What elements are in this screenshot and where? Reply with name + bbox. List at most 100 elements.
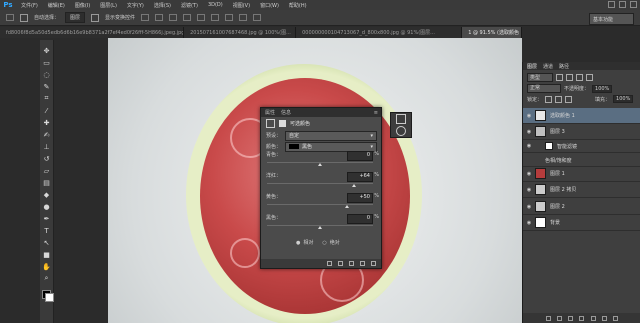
menu-item[interactable]: 滤镜(T) xyxy=(181,2,198,9)
workspace-selector[interactable]: 基本功能 xyxy=(589,13,634,25)
panel-menu-icon[interactable]: ≡ xyxy=(374,110,378,116)
align-right-icon[interactable] xyxy=(211,14,220,21)
menu-item[interactable]: 3D(D) xyxy=(208,2,223,9)
mask-icon[interactable] xyxy=(279,119,286,127)
layer-row[interactable]: ◉ 图层 3 xyxy=(523,124,640,140)
filter-kind-dropdown[interactable]: 类型 xyxy=(527,73,553,82)
menu-item[interactable]: 文字(Y) xyxy=(127,2,144,9)
slider-value-field[interactable]: +64 xyxy=(347,172,373,182)
distribute-icon[interactable] xyxy=(225,14,234,21)
quick-select-icon[interactable]: ✎ xyxy=(42,82,51,91)
eye-icon[interactable]: ◉ xyxy=(523,171,535,177)
document-tab[interactable]: fd8006f8d5a50d5edb6d6b16e9b8371a2f7ef4ed… xyxy=(0,27,185,38)
eraser-icon[interactable]: ▱ xyxy=(42,166,51,175)
menu-item[interactable]: 帮助(H) xyxy=(289,2,307,9)
maximize-icon[interactable] xyxy=(619,1,626,8)
eye-icon[interactable]: ◉ xyxy=(523,143,535,149)
history-brush-icon[interactable]: ↺ xyxy=(42,154,51,163)
align-middle-icon[interactable] xyxy=(155,14,164,21)
preset-dropdown[interactable]: 自定 ▾ xyxy=(285,130,378,141)
menu-item[interactable]: 图像(I) xyxy=(75,2,90,9)
marquee-icon[interactable]: ▭ xyxy=(42,58,51,67)
menu-item[interactable]: 视图(V) xyxy=(233,2,250,9)
brush-icon[interactable]: ✍ xyxy=(42,130,51,139)
adjustments-panel-icon[interactable] xyxy=(396,114,406,124)
path-select-icon[interactable]: ↖ xyxy=(42,238,51,247)
relative-radio[interactable]: ● xyxy=(296,240,300,246)
layers-panel-tab[interactable]: 路径 xyxy=(559,63,569,70)
fill-field[interactable]: 100% xyxy=(613,95,634,103)
close-icon[interactable] xyxy=(630,1,637,8)
opacity-field[interactable]: 100% xyxy=(592,84,613,93)
layers-panel-tab[interactable]: 通道 xyxy=(543,63,553,70)
auto-select-dropdown[interactable]: 图层 xyxy=(65,12,86,23)
slider-track[interactable] xyxy=(267,183,373,184)
absolute-radio[interactable]: ○ xyxy=(322,240,326,246)
stamp-icon[interactable]: ⊥ xyxy=(42,142,51,151)
menu-item[interactable]: 窗口(W) xyxy=(260,2,279,9)
eye-icon[interactable]: ◉ xyxy=(523,187,535,193)
slider-thumb[interactable] xyxy=(318,163,322,166)
eye-icon[interactable]: ◉ xyxy=(523,129,535,135)
eye-icon[interactable]: ◉ xyxy=(523,204,535,210)
auto-align-icon[interactable] xyxy=(253,14,262,21)
align-left-icon[interactable] xyxy=(183,14,192,21)
align-bottom-icon[interactable] xyxy=(169,14,178,21)
info-panel-icon[interactable] xyxy=(396,126,406,136)
pen-icon[interactable]: ✒ xyxy=(42,214,51,223)
lasso-icon[interactable]: ◌ xyxy=(42,70,51,79)
clip-icon[interactable] xyxy=(327,261,332,266)
move-icon[interactable]: ✥ xyxy=(42,46,51,55)
view-previous-icon[interactable] xyxy=(338,261,343,266)
document-tab[interactable]: 201507161007687468.jpg @ 100%(图... xyxy=(184,27,297,38)
new-layer-icon[interactable] xyxy=(601,315,607,321)
eyedropper-icon[interactable]: ⁄ xyxy=(42,106,51,115)
visibility-icon[interactable] xyxy=(360,261,365,266)
document-tab[interactable]: 000000000104713067_d_800x800.jpg @ 91%(图… xyxy=(296,27,463,38)
dodge-icon[interactable]: ● xyxy=(42,202,51,211)
adjustment-layer-icon[interactable] xyxy=(579,315,585,321)
layer-row[interactable]: ◉ 智能滤镜 xyxy=(523,140,640,153)
slider-track[interactable] xyxy=(267,204,373,205)
transform-controls-checkbox[interactable] xyxy=(91,13,100,22)
filter-type-icon[interactable] xyxy=(576,74,583,81)
filter-shape-icon[interactable] xyxy=(586,74,593,81)
auto-select-checkbox[interactable] xyxy=(20,13,28,22)
menu-item[interactable]: 图层(L) xyxy=(100,2,117,9)
slider-value-field[interactable]: 0 xyxy=(347,214,373,224)
slider-thumb[interactable] xyxy=(344,205,349,208)
healing-icon[interactable]: ✚ xyxy=(42,118,51,127)
align-top-icon[interactable] xyxy=(141,14,150,21)
blur-icon[interactable]: ◆ xyxy=(42,190,51,199)
align-center-icon[interactable] xyxy=(197,14,206,21)
color-swatches[interactable] xyxy=(41,290,54,302)
minimize-icon[interactable] xyxy=(608,1,615,8)
distribute-h-icon[interactable] xyxy=(239,14,248,21)
slider-value-field[interactable]: +50 xyxy=(347,193,373,203)
blend-mode-dropdown[interactable]: 正常 xyxy=(527,84,561,93)
trash-icon[interactable] xyxy=(371,261,376,266)
menu-item[interactable]: 编辑(E) xyxy=(48,2,65,9)
link-icon[interactable] xyxy=(546,315,552,321)
add-mask-icon[interactable] xyxy=(568,315,574,321)
fx-icon[interactable] xyxy=(557,315,563,321)
tab-properties[interactable]: 属性 xyxy=(265,109,275,116)
gradient-icon[interactable]: ▤ xyxy=(42,178,51,187)
layer-row[interactable]: ◉ 图层 2 拷贝 xyxy=(523,182,640,198)
eye-icon[interactable]: ◉ xyxy=(523,113,535,119)
hand-icon[interactable]: ✋ xyxy=(42,262,51,271)
lock-all-icon[interactable] xyxy=(565,95,573,103)
menu-item[interactable]: 选择(S) xyxy=(154,2,171,9)
type-icon[interactable]: T xyxy=(42,226,51,235)
group-icon[interactable] xyxy=(590,315,596,321)
layer-row[interactable]: ◉ 背景 xyxy=(523,215,640,231)
layer-row[interactable]: ◉ 图层 2 xyxy=(523,199,640,215)
document-tab[interactable]: 1 @ 91.5% (选取颜色 1, RGB/8#) xyxy=(462,27,522,38)
move-tool-icon[interactable] xyxy=(6,14,14,21)
tab-info[interactable]: 信息 xyxy=(281,109,291,116)
reset-icon[interactable] xyxy=(349,261,354,266)
filter-pixel-icon[interactable] xyxy=(556,74,563,81)
eye-icon[interactable]: ◉ xyxy=(523,220,535,226)
layers-panel-tab[interactable]: 图层 xyxy=(527,63,537,70)
slider-thumb[interactable] xyxy=(318,226,322,229)
